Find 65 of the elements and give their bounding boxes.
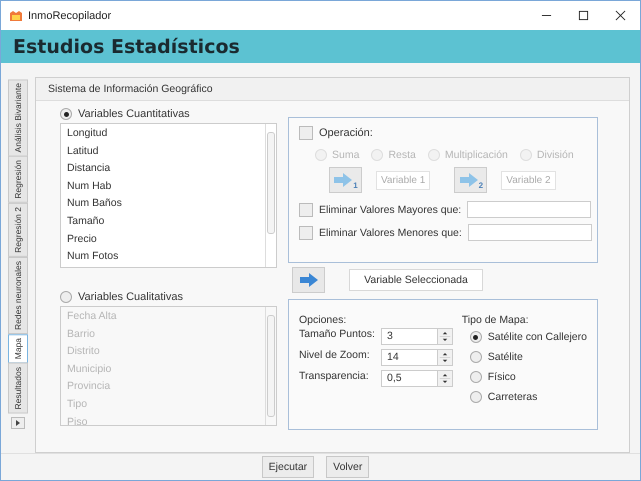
- arrow-icon: [333, 172, 354, 188]
- spinner-field[interactable]: 0,5: [381, 370, 453, 387]
- list-item[interactable]: Distancia: [61, 160, 265, 178]
- list-item[interactable]: Num Hab: [61, 178, 265, 196]
- close-icon[interactable]: [615, 10, 626, 21]
- radio-label: Satélite con Callejero: [488, 331, 587, 343]
- radio-label: División: [536, 149, 574, 161]
- spinner-field[interactable]: 14: [381, 349, 453, 366]
- side-tab[interactable]: Resultados: [8, 363, 28, 414]
- radio-button[interactable]: [60, 108, 72, 120]
- arrow-icon: [458, 172, 479, 188]
- window-title: InmoRecopilador: [28, 10, 112, 22]
- side-tab[interactable]: Regresión: [8, 156, 28, 204]
- selected-variable-field: Variable Seleccionada: [349, 269, 483, 291]
- radio-button[interactable]: [470, 371, 482, 383]
- checkbox-label: Eliminar Valores Menores que:: [319, 226, 462, 238]
- checkbox-label: Operación:: [319, 127, 373, 139]
- action-button[interactable]: Volver: [326, 456, 370, 478]
- stepper-icon[interactable]: [437, 350, 452, 365]
- variable-list[interactable]: Longitud Latitud Distancia Num Hab Num Baños Tamaño Precio Num Fotos: [60, 123, 277, 268]
- stepper-icon[interactable]: [437, 329, 452, 344]
- arrow-button[interactable]: [292, 267, 325, 293]
- variable-field: Variable 1: [376, 170, 430, 190]
- radio-button[interactable]: [470, 351, 482, 363]
- spinner-field[interactable]: 3: [381, 328, 453, 345]
- side-tab[interactable]: Redes neuronales: [8, 257, 28, 334]
- variable-field: Variable 2: [501, 170, 556, 190]
- panel-title: Sistema de Información Geográfico: [48, 83, 213, 95]
- spinner-label: Nivel de Zoom:: [299, 349, 371, 361]
- arrow-icon: [298, 272, 318, 288]
- checkbox[interactable]: [299, 202, 313, 216]
- list-item[interactable]: Precio: [61, 230, 265, 248]
- list-item[interactable]: Longitud: [61, 125, 265, 143]
- map-type-label: Tipo de Mapa:: [462, 314, 530, 326]
- spinner-label: Tamaño Puntos:: [299, 328, 376, 340]
- radio-label: Carreteras: [488, 391, 538, 403]
- page-title: Estudios Estadísticos: [13, 36, 240, 58]
- radio-label: Variables Cuantitativas: [78, 108, 190, 120]
- checkbox[interactable]: [299, 226, 313, 240]
- options-label: Opciones:: [299, 314, 348, 326]
- scroll-right-icon[interactable]: [11, 416, 25, 429]
- radio-label: Multiplicación: [444, 149, 508, 161]
- radio-label: Resta: [388, 149, 416, 161]
- radio-button[interactable]: [470, 331, 482, 343]
- list-item[interactable]: Num Baños: [61, 195, 265, 213]
- input-field[interactable]: [467, 201, 592, 218]
- side-tab[interactable]: Regresión 2: [8, 203, 28, 258]
- list-item[interactable]: Latitud: [61, 142, 265, 160]
- stepper-icon[interactable]: [437, 371, 452, 386]
- list-item[interactable]: Num Fotos: [61, 248, 265, 266]
- radio-label: Variables Cualitativas: [78, 291, 183, 303]
- radio-label: Suma: [332, 149, 360, 161]
- checkbox-label: Eliminar Valores Mayores que:: [319, 204, 462, 216]
- spinner-label: Transparencia:: [299, 370, 370, 382]
- radio-label: Físico: [488, 371, 516, 383]
- maximize-icon[interactable]: [578, 10, 589, 21]
- radio-button[interactable]: [470, 391, 482, 403]
- radio-label: Satélite: [488, 351, 523, 363]
- side-tab[interactable]: Análisis Bivariante: [8, 79, 28, 156]
- scrollbar[interactable]: [265, 124, 276, 267]
- action-button[interactable]: Ejecutar: [262, 456, 314, 478]
- input-field[interactable]: [468, 224, 592, 241]
- list-item[interactable]: Tamaño: [61, 212, 265, 231]
- side-tab[interactable]: Mapa: [8, 334, 28, 364]
- app-icon: [9, 10, 23, 22]
